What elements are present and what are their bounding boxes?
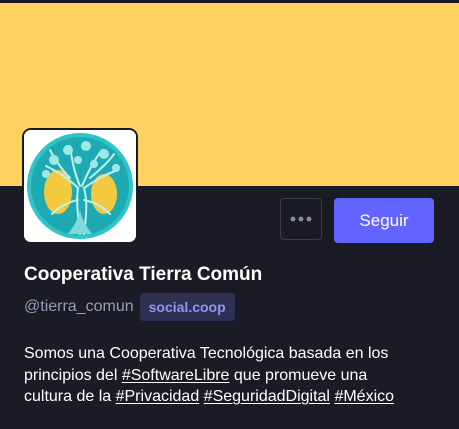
hashtag-link-seguridaddigital[interactable]: #SeguridadDigital (204, 388, 330, 405)
hashtag-link-softwarelibre[interactable]: #SoftwareLibre (122, 367, 230, 384)
hashtag-link-mexico[interactable]: #México (334, 388, 394, 405)
account-handle: @tierra_comun social.coop (24, 292, 235, 322)
bio-text: principios del (24, 366, 122, 384)
more-options-button[interactable] (280, 198, 322, 240)
domain-badge[interactable]: social.coop (139, 293, 235, 321)
account-profile: Seguir Cooperativa Tierra Común @tierra_… (0, 0, 459, 429)
avatar[interactable] (22, 128, 138, 244)
bio-text: cultura de la (24, 388, 116, 405)
follow-button[interactable]: Seguir (334, 198, 434, 243)
bio-text: que promueve una (229, 366, 368, 384)
hashtag-link-privacidad[interactable]: #Privacidad (116, 388, 200, 405)
bio-text: Somos una Cooperativa Tecnológica basada… (24, 345, 389, 362)
ellipsis-icon (290, 216, 312, 222)
username: @tierra_comun (24, 298, 134, 315)
account-bio: Somos una Cooperativa Tecnológica basada… (24, 343, 444, 408)
tree-logo-icon (24, 130, 136, 242)
display-name: Cooperativa Tierra Común (24, 264, 263, 285)
